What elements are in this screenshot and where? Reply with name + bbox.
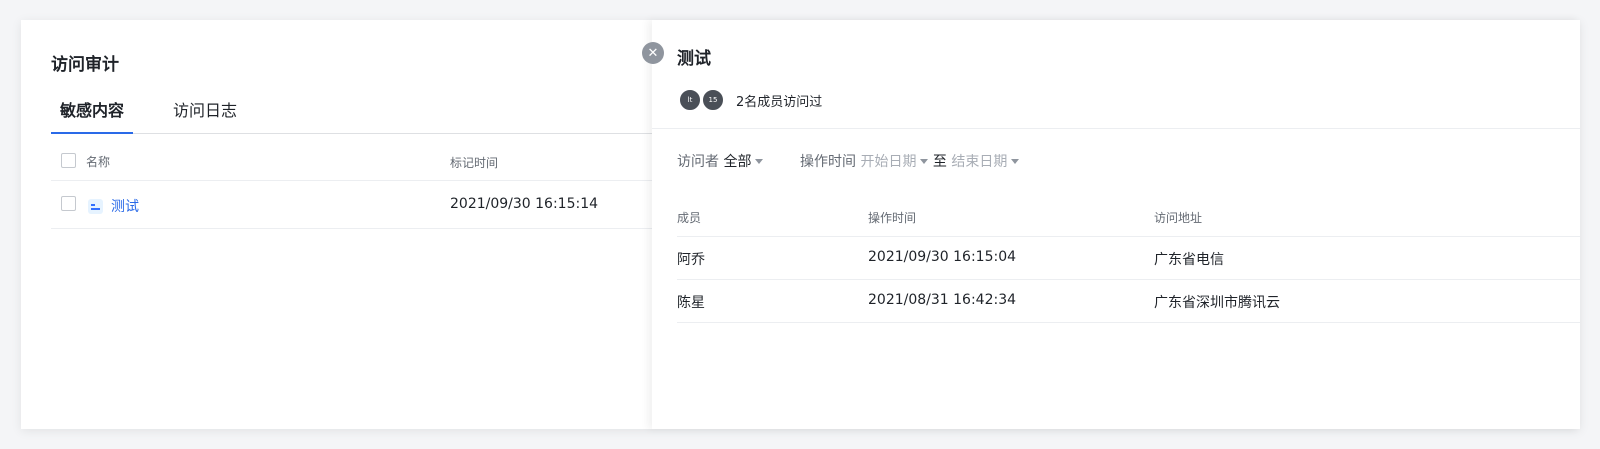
visitor-filter-value[interactable]: 全部 [723,154,751,170]
table-row: 阿乔 2021/09/30 16:15:04 广东省电信 [677,237,1580,280]
chevron-down-icon [755,159,764,164]
tab-bar: 敏感内容 访问日志 [51,95,667,134]
avatar: 15 [701,88,725,112]
marked-time-cell: 2021/09/30 16:15:14 [450,196,599,212]
time-cell: 2021/08/31 16:42:34 [868,292,1017,308]
member-cell: 陈星 [677,295,705,311]
chevron-down-icon [1011,159,1020,164]
divider [652,128,1580,129]
location-cell: 广东省深圳市腾讯云 [1154,295,1280,311]
access-detail-drawer: 测试 lt 15 2名成员访问过 访问者 全部 操作时间 开始日期 至 结束日期… [652,20,1580,429]
column-header-name: 名称 [86,155,111,169]
page-title: 访问审计 [51,55,119,75]
main-card: 访问审计 敏感内容 访问日志 名称 标记时间 测试 2021/09/30 16:… [21,20,1580,429]
file-name-link[interactable]: 测试 [111,196,139,216]
tab-access-log[interactable]: 访问日志 [173,97,237,121]
tab-sensitive-content[interactable]: 敏感内容 [60,97,124,121]
log-table-header: 成员 操作时间 访问地址 [677,200,1580,237]
member-cell: 阿乔 [677,252,705,268]
table-header: 名称 标记时间 [51,134,667,181]
row-checkbox[interactable] [61,196,76,211]
drawer-title: 测试 [677,49,711,69]
close-icon[interactable]: ✕ [642,42,664,64]
start-date-picker[interactable]: 开始日期 [860,154,916,170]
column-header-marked-time: 标记时间 [450,156,499,170]
access-audit-panel: 访问审计 敏感内容 访问日志 名称 标记时间 测试 2021/09/30 16:… [21,20,667,429]
visitor-filter-label: 访问者 [677,154,719,170]
time-filter: 操作时间 开始日期 至 结束日期 [800,151,1020,171]
date-range-separator: 至 [932,154,947,170]
select-all-checkbox[interactable] [61,153,76,168]
location-cell: 广东省电信 [1154,252,1224,268]
chevron-down-icon [920,159,929,164]
column-header-member: 成员 [677,211,702,225]
table-row[interactable]: 测试 2021/09/30 16:15:14 [51,181,667,229]
visitors-count: 2名成员访问过 [736,95,823,110]
time-cell: 2021/09/30 16:15:04 [868,249,1017,265]
doc-list-icon [88,199,103,214]
visitor-filter[interactable]: 访问者 全部 [677,151,764,171]
time-filter-label: 操作时间 [800,154,856,170]
column-header-location: 访问地址 [1154,211,1203,225]
column-header-time: 操作时间 [868,211,917,225]
table-row: 陈星 2021/08/31 16:42:34 广东省深圳市腾讯云 [677,280,1580,323]
avatar: lt [678,88,702,112]
end-date-picker[interactable]: 结束日期 [951,154,1007,170]
